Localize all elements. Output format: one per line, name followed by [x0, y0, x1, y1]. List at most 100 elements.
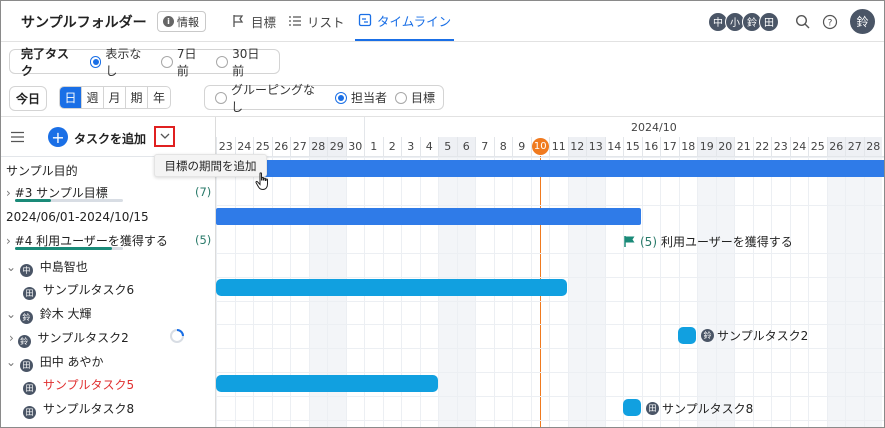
scale-month[interactable]: 月 [104, 87, 126, 108]
app-window: サンプルフォルダー i 情報 目標 リスト タイムライン 中 小 鈴 田 ? 鈴… [0, 0, 885, 428]
task-title-overdue: サンプルタスク5 [42, 378, 135, 392]
chevron-down-icon [160, 133, 169, 139]
day-header: 7 [475, 137, 494, 156]
day-column [604, 157, 624, 427]
task-bar[interactable] [216, 279, 567, 296]
avatar: 田 [23, 382, 36, 395]
chevron-right-icon[interactable]: › [6, 186, 11, 200]
row-divider [216, 157, 884, 158]
day-header: 16 [641, 137, 661, 156]
menu-icon[interactable] [11, 131, 24, 143]
task-bar[interactable] [678, 327, 696, 344]
completed-option-none[interactable]: 表示なし [89, 45, 153, 79]
completed-option-30days[interactable]: 30日前 [216, 45, 271, 79]
radio-icon [89, 55, 102, 68]
goal-count: (7) [195, 185, 212, 199]
scale-quarter[interactable]: 期 [126, 87, 148, 108]
search-icon[interactable] [793, 13, 811, 31]
day-column [660, 157, 679, 427]
row-divider [216, 253, 884, 254]
task-row[interactable]: 田 サンプルタスク8 [23, 400, 134, 419]
grouping-option-goal[interactable]: 目標 [394, 89, 435, 106]
goal-title: 利用ユーザーを獲得する [661, 235, 793, 249]
goal-progress [15, 247, 123, 250]
header: サンプルフォルダー i 情報 目標 リスト タイムライン 中 小 鈴 田 ? 鈴 [1, 1, 884, 42]
tab-timeline[interactable]: タイムライン [355, 1, 455, 41]
option-label: 目標 [410, 91, 435, 105]
day-header: 8 [493, 137, 513, 156]
option-label: 表示なし [105, 46, 142, 78]
task-row[interactable]: › 鈴 サンプルタスク2 [9, 329, 129, 348]
day-header: 27 [290, 137, 309, 156]
day-header: 4 [419, 137, 439, 156]
row-divider [216, 324, 884, 325]
day-column [586, 157, 605, 427]
tab-goals[interactable]: 目標 [232, 1, 276, 41]
day-column [623, 157, 642, 427]
day-header: 29 [327, 137, 346, 156]
member-avatar[interactable]: 田 [759, 11, 779, 32]
avatar: 鈴 [19, 311, 33, 324]
completed-option-7days[interactable]: 7日前 [160, 45, 208, 79]
goal-section-title: サンプル目的 [6, 164, 78, 178]
option-label: 7日前 [176, 46, 197, 78]
tab-timeline-label: タイムライン [377, 13, 452, 29]
avatar: 鈴 [17, 335, 31, 348]
add-task-label[interactable]: タスクを追加 [74, 130, 146, 147]
today-button[interactable]: 今日 [9, 86, 47, 111]
radio-icon [160, 55, 173, 68]
day-header: 22 [752, 137, 772, 156]
task-title: サンプルタスク6 [42, 283, 135, 297]
chevron-down-icon[interactable]: ⌄ [6, 355, 16, 369]
day-column [641, 157, 661, 427]
day-header: 13 [586, 137, 605, 156]
assignee-group[interactable]: ⌄ 田 田中 あやか [6, 353, 104, 372]
user-avatar[interactable]: 鈴 [849, 8, 876, 35]
task-label[interactable]: 田サンプルタスク8 [646, 400, 753, 417]
add-task-icon[interactable]: + [48, 127, 68, 147]
day-header: 6 [456, 137, 475, 156]
task-label[interactable]: 鈴サンプルタスク2 [701, 327, 808, 344]
row-divider [216, 372, 884, 373]
assignee-name: 鈴木 大輝 [39, 307, 92, 321]
row-divider [216, 277, 884, 278]
grouping-selector: グルーピングなし 担当者 目標 [204, 83, 444, 114]
tooltip: 目標の期間を追加 [154, 154, 267, 177]
day-header: 17 [660, 137, 679, 156]
assignee-name: 中島智也 [39, 260, 88, 274]
goal-bar[interactable] [216, 160, 884, 177]
day-column [845, 157, 864, 427]
avatar: 田 [23, 406, 36, 419]
chevron-down-icon[interactable]: ⌄ [6, 260, 16, 274]
goal-label[interactable]: (5) 利用ユーザーを獲得する [623, 233, 793, 250]
day-header: 5 [438, 137, 457, 156]
task-bar[interactable] [623, 399, 641, 416]
task-row[interactable]: 田 サンプルタスク5 [23, 376, 134, 395]
scale-selector: 日 週 月 期 年 [59, 86, 171, 109]
grouping-option-assignee[interactable]: 担当者 [334, 89, 387, 106]
add-dropdown-button[interactable] [154, 126, 175, 147]
flag-icon [624, 236, 635, 247]
chevron-right-icon[interactable]: › [9, 331, 14, 345]
assignee-group[interactable]: ⌄ 鈴 鈴木 大輝 [6, 305, 92, 324]
assignee-group[interactable]: ⌄ 中 中島智也 [6, 258, 88, 277]
help-icon[interactable]: ? [821, 13, 839, 31]
flag-icon [233, 15, 244, 27]
tab-list[interactable]: リスト [288, 1, 345, 41]
scale-year[interactable]: 年 [148, 87, 170, 108]
day-header: 28 [308, 137, 327, 156]
task-bar[interactable] [216, 375, 438, 392]
row-divider [216, 396, 884, 397]
goal-bar[interactable] [216, 208, 641, 225]
task-row[interactable]: 田 サンプルタスク6 [23, 281, 134, 300]
day-column [697, 157, 716, 427]
chevron-right-icon[interactable]: › [6, 234, 11, 248]
info-button[interactable]: i 情報 [157, 11, 206, 32]
grouping-option-none[interactable]: グルーピングなし [215, 81, 327, 115]
chevron-down-icon[interactable]: ⌄ [6, 307, 16, 321]
day-column [734, 157, 753, 427]
scale-week[interactable]: 週 [82, 87, 104, 108]
day-header: 25 [808, 137, 827, 156]
scale-day[interactable]: 日 [60, 87, 82, 108]
row-divider [216, 205, 884, 206]
